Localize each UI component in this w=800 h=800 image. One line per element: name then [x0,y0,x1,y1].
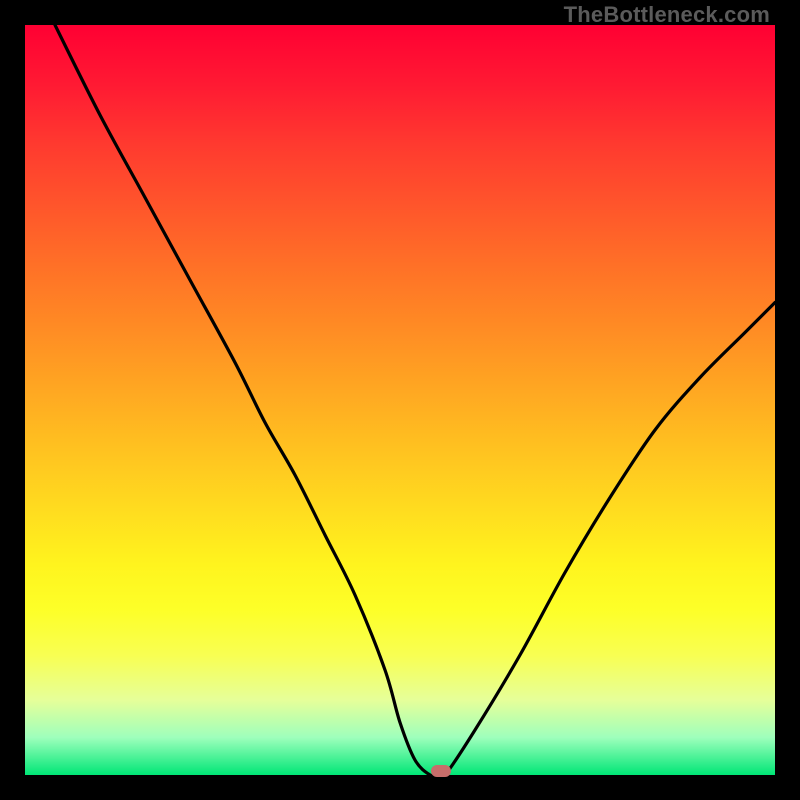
optimum-marker [431,765,451,777]
chart-frame: TheBottleneck.com [0,0,800,800]
curve-svg [25,25,775,775]
bottleneck-curve [55,25,775,775]
plot-area [25,25,775,775]
